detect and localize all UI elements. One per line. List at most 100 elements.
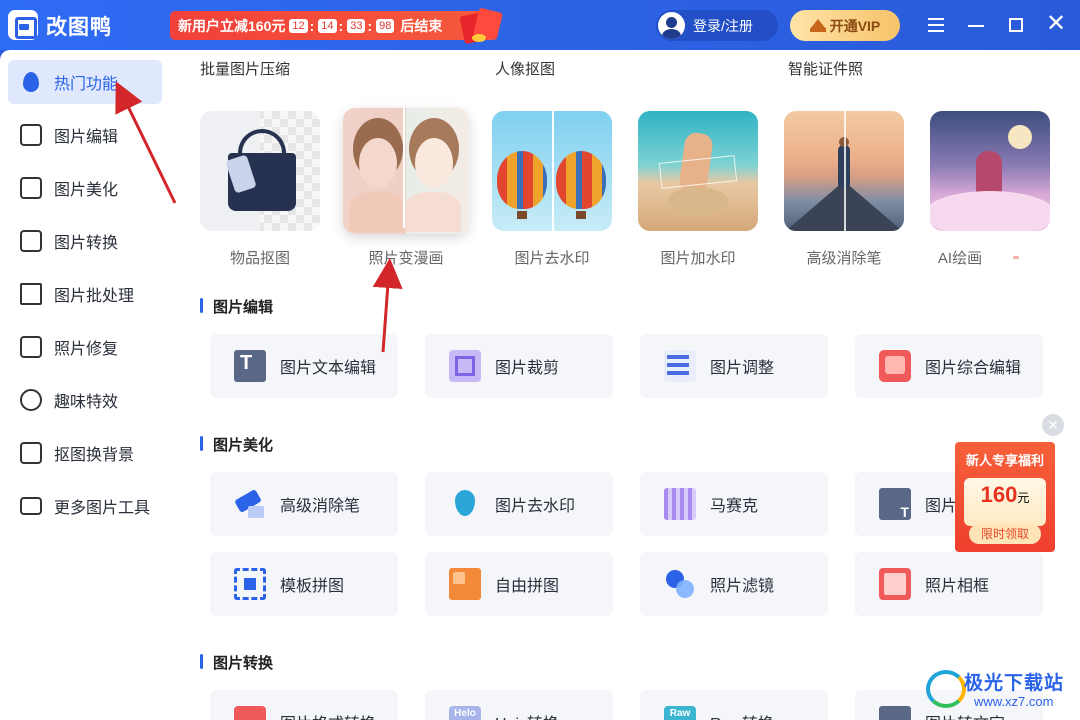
flame-icon	[23, 72, 39, 92]
cutout-icon	[20, 442, 42, 464]
app-name: 改图鸭	[46, 16, 112, 39]
sidebar-item-label: 图片批处理	[54, 288, 135, 305]
main-content: 批量图片压缩 人像抠图 智能证件照 物品抠图 照片变漫画 图片去水印 图片加水印…	[170, 50, 1080, 720]
sidebar-item-batch[interactable]: 图片批处理	[8, 272, 162, 316]
tool-label: 图片调整	[710, 360, 775, 377]
tool-mosaic[interactable]: 马赛克	[640, 472, 828, 536]
sidebar-item-label: 图片转换	[54, 235, 119, 252]
sidebar-item-label: 抠图换背景	[54, 447, 135, 464]
coupon-unit: 元	[1017, 491, 1030, 505]
minimize-icon[interactable]	[963, 12, 989, 38]
maximize-icon[interactable]	[1003, 12, 1029, 38]
frame-icon	[879, 568, 911, 600]
countdown-centiseconds: 98	[376, 18, 395, 33]
watermark-url: www.xz7.com	[974, 694, 1054, 709]
sidebar-item-label: 图片美化	[54, 182, 119, 199]
login-button[interactable]: 登录/注册	[656, 10, 778, 41]
feature-remove-watermark[interactable]	[492, 111, 612, 231]
tool-heic-convert[interactable]: Helo Heic转换	[425, 690, 613, 720]
avatar	[658, 12, 685, 39]
sidebar-item-effects[interactable]: 趣味特效	[8, 378, 162, 422]
feature-advanced-eraser[interactable]	[784, 111, 904, 231]
red-envelope-icon[interactable]	[458, 4, 504, 46]
feature-label: 图片去水印	[514, 250, 590, 267]
tool-text-edit[interactable]: 图片文本编辑	[210, 334, 398, 398]
template-collage-icon	[234, 568, 266, 600]
adjust-icon	[664, 350, 696, 382]
sidebar-item-beautify[interactable]: 图片美化	[8, 166, 162, 210]
tool-photo-filter[interactable]: 照片滤镜	[640, 552, 828, 616]
image-convert-icon	[20, 230, 42, 252]
vip-button[interactable]: 开通VIP	[790, 10, 900, 41]
tool-remove-watermark[interactable]: 图片去水印	[425, 472, 613, 536]
app-logo-icon	[8, 10, 38, 40]
category-id-photo[interactable]: 智能证件照	[788, 58, 863, 79]
tool-label: 照片相框	[925, 578, 990, 595]
tool-template-collage[interactable]: 模板拼图	[210, 552, 398, 616]
tool-free-collage[interactable]: 自由拼图	[425, 552, 613, 616]
menu-icon[interactable]	[923, 12, 949, 38]
feature-object-cutout[interactable]	[200, 111, 320, 231]
batch-icon	[20, 283, 42, 305]
newcomer-promo-popup[interactable]: 新人专享福利 160元 限时领取	[955, 442, 1055, 552]
tool-label: 图片格式转换	[280, 710, 376, 720]
image-edit-icon	[20, 124, 42, 146]
text-edit-icon	[234, 350, 266, 382]
crop-icon	[449, 350, 481, 382]
sidebar-item-convert[interactable]: 图片转换	[8, 219, 162, 263]
tool-label: 图片文本编辑	[280, 360, 377, 377]
claim-button[interactable]: 限时领取	[969, 524, 1041, 544]
tool-label: Raw转换	[710, 710, 774, 720]
feature-add-watermark[interactable]	[638, 111, 758, 231]
section-title-beautify: 图片美化	[200, 434, 273, 455]
sidebar-item-label: 趣味特效	[54, 394, 119, 411]
carousel-dot[interactable]	[1013, 256, 1019, 259]
image-beautify-icon	[20, 177, 42, 199]
sidebar-item-more[interactable]: 更多图片工具	[8, 484, 162, 528]
sidebar-item-label: 热门功能	[54, 76, 119, 93]
popup-close-icon[interactable]: ✕	[1042, 414, 1064, 436]
section-title-edit: 图片编辑	[200, 296, 273, 317]
feature-label: 物品抠图	[229, 250, 290, 267]
sidebar-item-label: 图片编辑	[54, 129, 119, 146]
tool-raw-convert[interactable]: Raw Raw转换	[640, 690, 828, 720]
photo-repair-icon	[20, 336, 42, 358]
feature-label: 图片加水印	[660, 250, 736, 267]
sidebar-item-edit[interactable]: 图片编辑	[8, 113, 162, 157]
tool-label: 自由拼图	[495, 578, 560, 595]
countdown-hours: 12	[289, 18, 308, 33]
coupon-amount: 160	[980, 482, 1018, 507]
tool-label: 图片裁剪	[495, 360, 560, 377]
feature-photo-to-cartoon[interactable]	[343, 108, 469, 234]
raw-icon: Raw	[664, 706, 696, 720]
tool-advanced-eraser[interactable]: 高级消除笔	[210, 472, 398, 536]
heic-icon: Helo	[449, 706, 481, 720]
site-watermark: 极光下载站 www.xz7.com	[922, 664, 1072, 714]
tool-label: 高级消除笔	[280, 498, 361, 515]
feature-ai-painting[interactable]	[930, 111, 1050, 231]
mosaic-icon	[664, 488, 696, 520]
close-icon[interactable]: ✕	[1043, 12, 1069, 38]
feature-label: 照片变漫画	[368, 250, 444, 267]
title-bar: 改图鸭 新用户立减160元 12: 14: 33: 98 后结束 登录/注册 开…	[0, 0, 1080, 50]
promo-text: 新用户立减160元	[178, 17, 286, 34]
sidebar-item-repair[interactable]: 照片修复	[8, 325, 162, 369]
sidebar-item-cutout[interactable]: 抠图换背景	[8, 431, 162, 475]
promo-popup-title: 新人专享福利	[965, 453, 1044, 468]
tool-photo-frame[interactable]: 照片相框	[855, 552, 1043, 616]
tool-adjust[interactable]: 图片调整	[640, 334, 828, 398]
category-batch-compress[interactable]: 批量图片压缩	[200, 58, 290, 79]
promo-banner[interactable]: 新用户立减160元 12: 14: 33: 98 后结束	[170, 11, 495, 40]
image-text-icon	[879, 488, 911, 520]
eraser-icon	[234, 488, 266, 520]
category-portrait-cutout[interactable]: 人像抠图	[495, 58, 555, 79]
puzzle-icon	[449, 568, 481, 600]
tool-format-convert[interactable]: 图片格式转换	[210, 690, 398, 720]
login-label: 登录/注册	[693, 17, 753, 34]
tool-combo-edit[interactable]: 图片综合编辑	[855, 334, 1043, 398]
sidebar-item-hot[interactable]: 热门功能	[8, 60, 162, 104]
tool-crop[interactable]: 图片裁剪	[425, 334, 613, 398]
promo-end-text: 后结束	[400, 17, 443, 34]
watermark-logo-icon	[926, 670, 966, 708]
tool-label: Heic转换	[495, 710, 559, 720]
